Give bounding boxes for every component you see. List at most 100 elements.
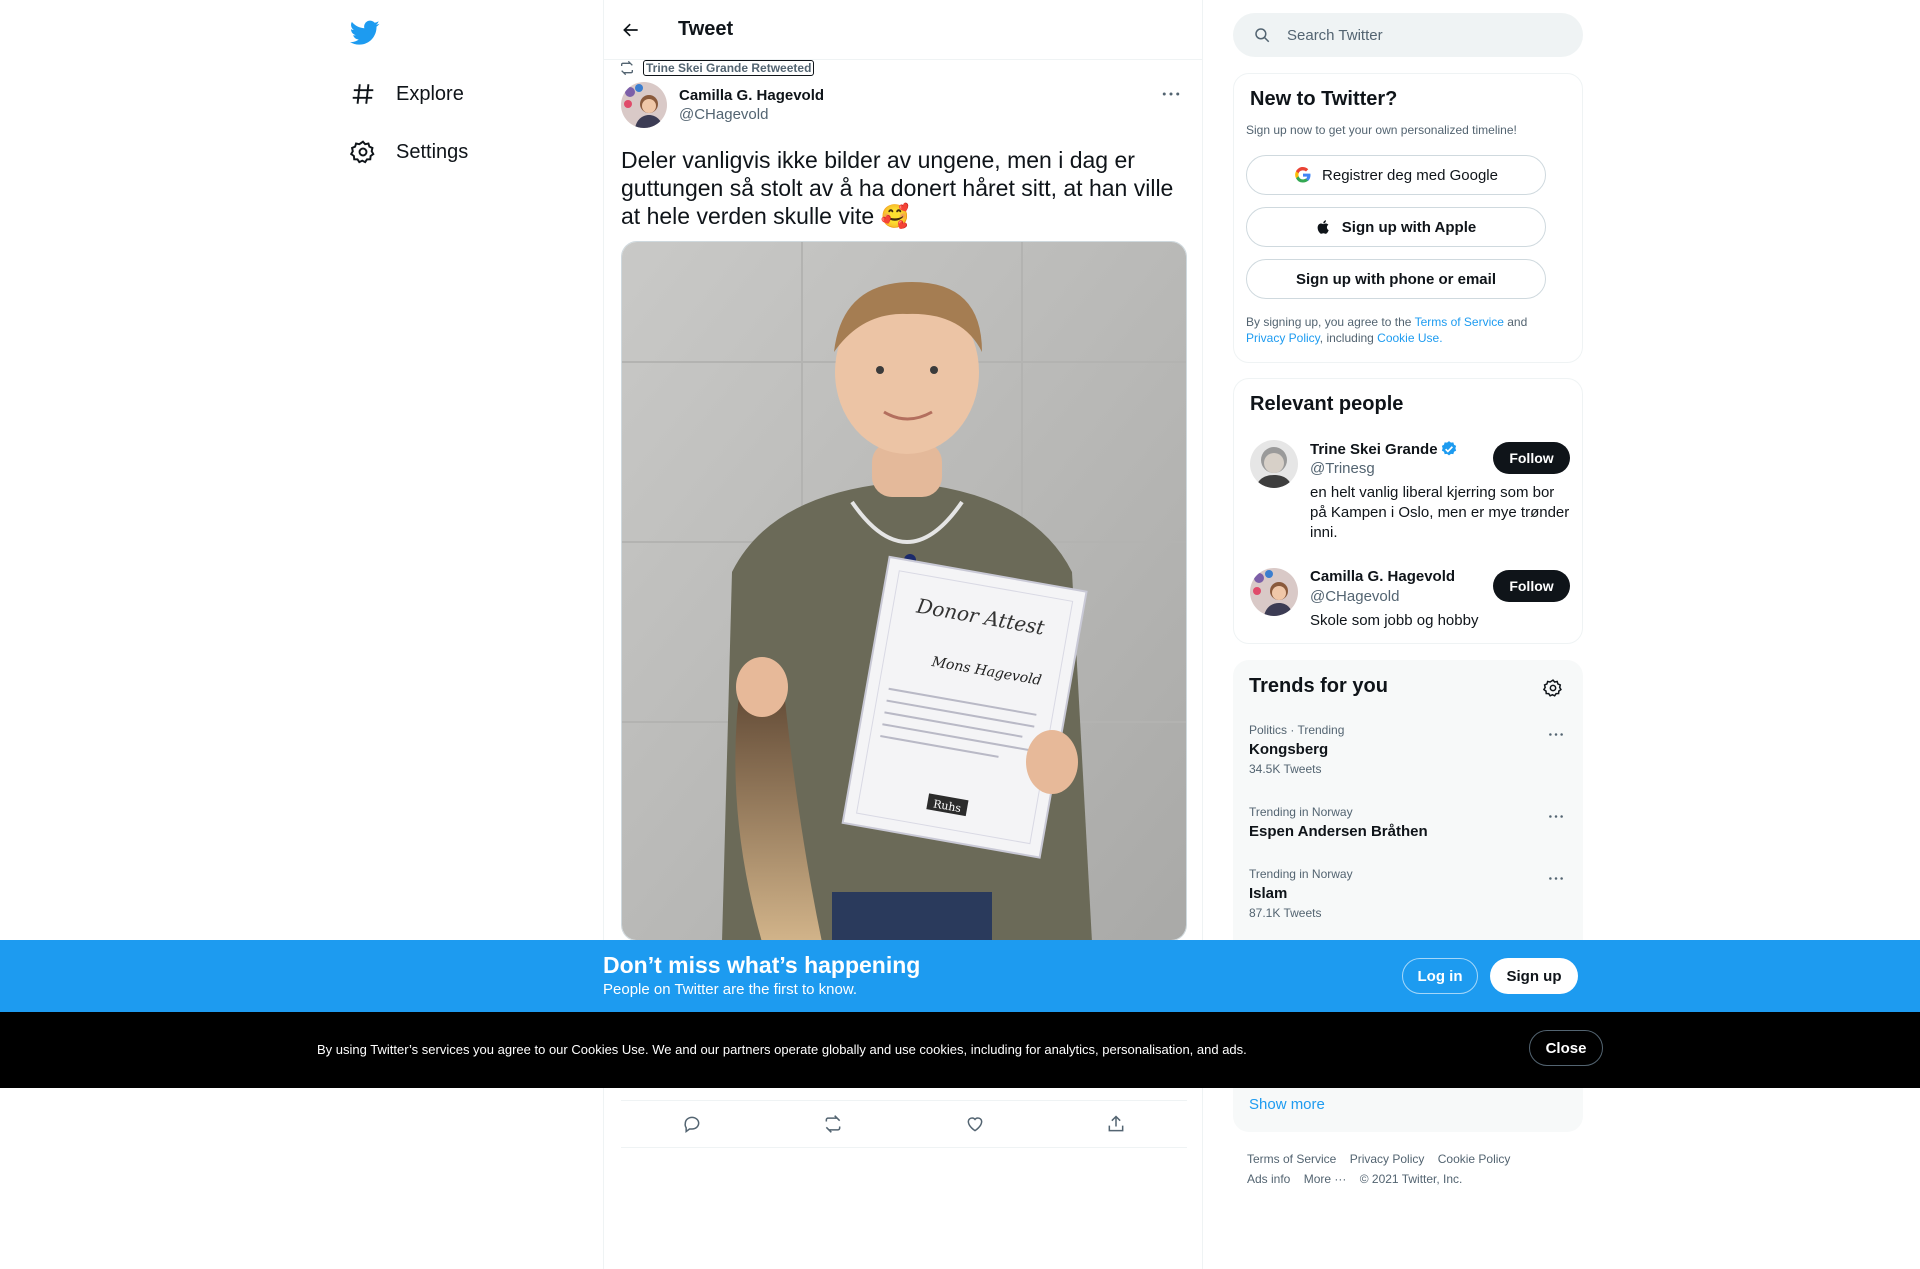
heart-icon — [967, 1117, 983, 1132]
verified-badge-icon — [1441, 441, 1456, 456]
back-button[interactable] — [614, 13, 648, 47]
apple-icon — [1317, 220, 1329, 234]
nav-settings-label: Settings — [396, 140, 469, 163]
phone-email-signup-label: Sign up with phone or email — [1295, 270, 1496, 288]
twitter-logo-icon[interactable] — [350, 18, 380, 48]
nav-explore-label: Explore — [396, 82, 464, 105]
reply-button[interactable] — [675, 1107, 709, 1141]
footer-cookie-link[interactable]: Cookie Policy — [1438, 1152, 1511, 1166]
signup-banner: Don’t miss what’s happening People on Tw… — [0, 940, 1920, 1012]
page-title: Tweet — [678, 18, 734, 40]
footer-ads-link[interactable]: Ads info — [1247, 1172, 1290, 1186]
tweet-actions — [621, 1100, 1187, 1148]
cookie-consent-bar: By using Twitter’s services you agree to… — [0, 1012, 1920, 1088]
apple-signup-label: Sign up with Apple — [1341, 218, 1477, 236]
legal-including: , including — [1319, 331, 1378, 345]
google-signup-label: Registrer deg med Google — [1322, 166, 1498, 184]
gear-icon — [1543, 679, 1562, 697]
banner-subtitle: People on Twitter are the first to know. — [603, 981, 858, 998]
reply-icon — [684, 1116, 700, 1133]
author-avatar[interactable] — [621, 82, 667, 128]
person-avatar[interactable] — [1250, 568, 1298, 616]
footer-copyright: © 2021 Twitter, Inc. — [1359, 1172, 1463, 1186]
footer-terms-link[interactable]: Terms of Service — [1247, 1152, 1336, 1166]
more-options-button[interactable] — [1156, 82, 1186, 106]
more-dots-icon — [1162, 92, 1180, 96]
retweet-icon — [825, 1115, 841, 1133]
retweet-button[interactable] — [816, 1107, 850, 1141]
trends-title: Trends for you — [1249, 675, 1388, 697]
more-dots-icon — [1549, 732, 1563, 736]
person-avatar[interactable] — [1250, 440, 1298, 488]
cookie-use-link[interactable]: Cookie Use. — [1377, 331, 1442, 345]
share-button[interactable] — [1099, 1107, 1133, 1141]
tweet-photo[interactable]: Donor Attest Mons Hagevold Ruhs — [621, 241, 1187, 941]
search-box[interactable] — [1233, 13, 1583, 57]
trend-item[interactable]: Politics · Trending Kongsberg 34.5K Twee… — [1249, 723, 1569, 776]
new-to-twitter-title: New to Twitter? — [1250, 88, 1398, 110]
legal-prefix: By signing up, you agree to the — [1246, 315, 1415, 329]
trend-item[interactable]: Trending in Norway Espen Andersen Bråthe… — [1249, 805, 1569, 840]
trend-name: Espen Andersen Bråthen — [1249, 823, 1428, 840]
trend-count: 34.5K Tweets — [1249, 762, 1322, 776]
search-input[interactable] — [1287, 26, 1547, 44]
more-dots-icon — [1549, 876, 1563, 880]
person-name-text: Trine Skei Grande — [1310, 440, 1438, 458]
retweet-context: Trine Skei Grande Retweeted — [619, 60, 815, 76]
person-name-text: Camilla G. Hagevold — [1310, 568, 1456, 585]
trend-meta: Trending in Norway — [1249, 805, 1353, 819]
relevant-people-title: Relevant people — [1250, 393, 1404, 415]
person-bio: en helt vanlig liberal kjerring som bor … — [1310, 484, 1570, 541]
hashtag-icon — [352, 84, 374, 104]
login-button[interactable]: Log in — [1402, 958, 1478, 994]
photo-boy-with-donor-certificate-icon: Donor Attest Mons Hagevold Ruhs — [622, 242, 1186, 940]
trends-settings-button[interactable] — [1539, 674, 1567, 702]
footer-privacy-link[interactable]: Privacy Policy — [1350, 1152, 1425, 1166]
relevant-people-card: Relevant people Trine Skei Grande @Trine… — [1233, 378, 1583, 644]
person-name[interactable]: Trine Skei Grande — [1310, 440, 1458, 458]
author-name[interactable]: Camilla G. Hagevold — [679, 87, 824, 104]
arrow-left-icon — [623, 23, 638, 36]
banner-title: Don’t miss what’s happening — [603, 952, 921, 978]
retweet-icon — [621, 60, 633, 76]
tweet-text: Deler vanligvis ikke bilder av ungene, m… — [621, 147, 1174, 229]
author-handle[interactable]: @CHagevold — [679, 106, 824, 123]
signup-button[interactable]: Sign up — [1490, 958, 1578, 994]
person-handle[interactable]: @Trinesg — [1310, 460, 1375, 477]
trend-name: Kongsberg — [1249, 741, 1329, 758]
search-icon — [1255, 28, 1270, 43]
cookie-close-button[interactable]: Close — [1529, 1030, 1603, 1066]
signup-legal-text: By signing up, you agree to the Terms of… — [1246, 314, 1566, 346]
phone-email-signup-button[interactable]: Sign up with phone or email — [1246, 259, 1546, 299]
gear-icon — [350, 140, 375, 164]
follow-button[interactable]: Follow — [1493, 570, 1570, 602]
legal-and: and — [1503, 315, 1528, 329]
trend-more-button[interactable] — [1543, 805, 1569, 827]
follow-button[interactable]: Follow — [1493, 442, 1570, 474]
apple-signup-button[interactable]: Sign up with Apple — [1246, 207, 1546, 247]
trend-meta: Politics · Trending — [1249, 723, 1345, 737]
new-to-twitter-subtitle: Sign up now to get your own personalized… — [1246, 123, 1517, 137]
google-icon — [1295, 166, 1311, 183]
trend-more-button[interactable] — [1543, 723, 1569, 745]
more-dots-icon — [1549, 814, 1563, 818]
main-header: Tweet — [604, 0, 1202, 60]
like-button[interactable] — [958, 1107, 992, 1141]
footer-links: Terms of Service Privacy Policy Cookie P… — [1247, 1149, 1577, 1189]
nav-settings[interactable]: Settings — [350, 132, 468, 172]
person-name[interactable]: Camilla G. Hagevold — [1310, 568, 1455, 585]
trend-more-button[interactable] — [1543, 867, 1569, 889]
retweeted-by-link[interactable]: Trine Skei Grande Retweeted — [643, 60, 815, 76]
tweet-author[interactable]: Camilla G. Hagevold @CHagevold — [621, 82, 824, 128]
person-handle[interactable]: @CHagevold — [1310, 588, 1399, 605]
terms-link[interactable]: Terms of Service — [1415, 315, 1504, 329]
trend-count: 87.1K Tweets — [1249, 906, 1322, 920]
nav-explore[interactable]: Explore — [350, 74, 464, 114]
footer-more-link[interactable]: More ··· — [1304, 1172, 1347, 1186]
share-icon — [1108, 1115, 1124, 1132]
show-more-link[interactable]: Show more — [1249, 1096, 1325, 1113]
trend-item[interactable]: Trending in Norway Islam 87.1K Tweets — [1249, 867, 1569, 920]
google-signup-button[interactable]: Registrer deg med Google — [1246, 155, 1546, 195]
privacy-link[interactable]: Privacy Policy — [1246, 331, 1320, 345]
trend-meta: Trending in Norway — [1249, 867, 1353, 881]
